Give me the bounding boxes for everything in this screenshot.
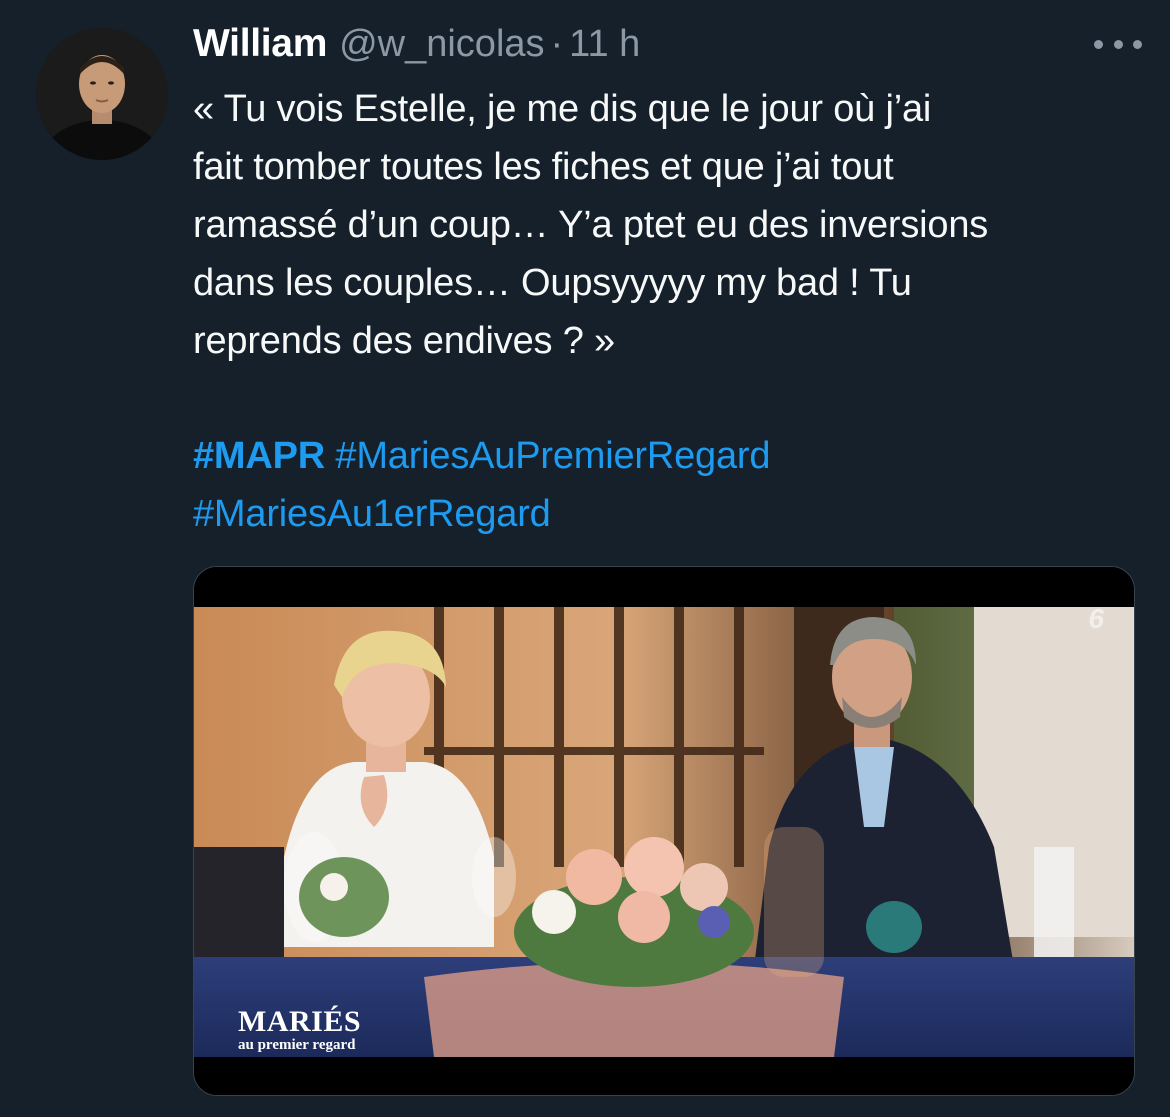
show-logo: MARIÉS au premier regard bbox=[238, 1007, 361, 1053]
more-options-button[interactable] bbox=[1094, 32, 1142, 56]
tweet: William @w_nicolas · 11 h « Tu vois Este… bbox=[0, 0, 1170, 1117]
ellipsis-icon-dot bbox=[1113, 39, 1123, 49]
separator-dot: · bbox=[550, 23, 564, 65]
hashtag-link[interactable]: #MariesAuPremierRegard bbox=[335, 435, 770, 477]
ellipsis-icon-dot bbox=[1133, 39, 1142, 49]
channel-logo: 6 bbox=[1088, 603, 1104, 634]
tweet-hashtags: #MAPR #MariesAuPremierRegard #MariesAu1e… bbox=[193, 427, 1143, 543]
person-avatar-icon bbox=[36, 28, 168, 160]
tweet-timestamp[interactable]: 11 h bbox=[569, 23, 640, 66]
hashtag-link[interactable]: #MariesAu1erRegard bbox=[193, 493, 551, 535]
author-handle[interactable]: @w_nicolas bbox=[339, 23, 544, 66]
hashtag-link[interactable]: #MAPR bbox=[193, 435, 325, 477]
show-logo-subtitle: au premier regard bbox=[238, 1037, 356, 1053]
ellipsis-icon-dot bbox=[1094, 39, 1103, 49]
tweet-header: William @w_nicolas · 11 h bbox=[193, 22, 640, 72]
tweet-text: « Tu vois Estelle, je me dis que le jour… bbox=[193, 88, 989, 362]
author-avatar[interactable] bbox=[36, 28, 168, 160]
author-display-name[interactable]: William bbox=[193, 22, 327, 66]
tweet-media-image[interactable]: MARIÉS au premier regard 6 bbox=[193, 566, 1135, 1096]
show-logo-title: MARIÉS bbox=[238, 1005, 362, 1038]
